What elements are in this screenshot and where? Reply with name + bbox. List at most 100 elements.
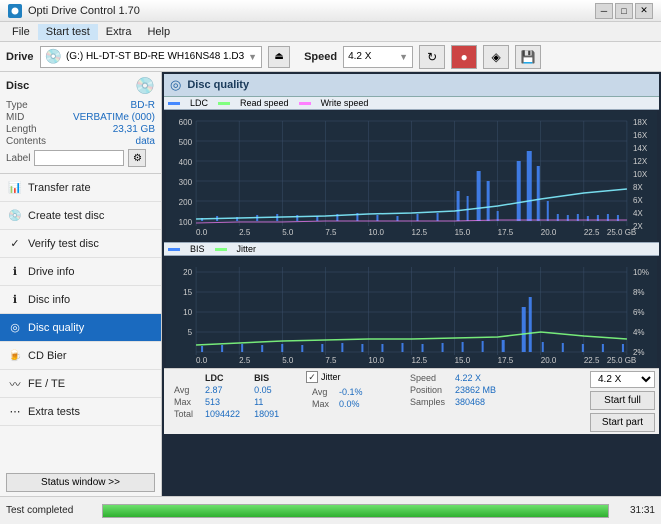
drive-select[interactable]: 💿 (G:) HL-DT-ST BD-RE WH16NS48 1.D3 ▼ [40,46,263,68]
bis-header: BIS [248,373,285,383]
contents-value: data [136,136,155,147]
label-input[interactable] [34,150,124,166]
svg-text:6X: 6X [633,196,643,205]
nav-fe-te[interactable]: 〰 FE / TE [0,370,161,398]
svg-text:25.0 GB: 25.0 GB [607,228,636,237]
disc-icon: 💿 [135,76,155,96]
svg-text:0.0: 0.0 [196,228,208,237]
start-part-btn[interactable]: Start part [590,413,655,432]
svg-text:22.5: 22.5 [584,356,600,365]
svg-text:8%: 8% [633,288,645,297]
disc-quality-icon: ◎ [8,321,22,335]
svg-text:17.5: 17.5 [498,356,514,365]
svg-text:6%: 6% [633,308,645,317]
nav-label-drive-info: Drive info [28,266,74,278]
fe-te-icon: 〰 [8,377,22,391]
svg-text:10: 10 [183,308,192,317]
svg-text:2.5: 2.5 [239,356,251,365]
nav-label-cd-bier: CD Bier [28,350,67,362]
speed-dropdown[interactable]: 4.2 X 2.0 X 8.0 X [590,371,655,388]
type-label: Type [6,100,28,111]
jitter-checkbox[interactable]: ✓ [306,371,318,383]
svg-text:12.5: 12.5 [412,228,428,237]
sidebar: Disc 💿 Type BD-R MID VERBATIMe (000) Len… [0,72,162,496]
status-window-btn[interactable]: Status window >> [6,473,155,492]
jitter-max-label: Max [308,399,333,409]
disc-title: Disc [6,80,29,92]
upper-legend: LDC Read speed Write speed [164,97,659,110]
stats-area: LDC BIS Avg 2.87 0.05 Max 513 11 Total [164,368,659,434]
samples-value: 380468 [451,397,500,407]
total-bis: 18091 [248,409,285,419]
svg-text:10.0: 10.0 [368,356,384,365]
svg-text:10.0: 10.0 [368,228,384,237]
drive-bar: Drive 💿 (G:) HL-DT-ST BD-RE WH16NS48 1.D… [0,42,661,72]
label-btn[interactable]: ⚙ [128,149,146,167]
toolbar-btn1[interactable]: ● [451,45,477,69]
speed-label-stat: Speed [406,373,449,383]
svg-text:200: 200 [179,198,193,207]
nav-verify-test-disc[interactable]: ✓ Verify test disc [0,230,161,258]
svg-text:5.0: 5.0 [282,356,294,365]
svg-text:300: 300 [179,178,193,187]
write-speed-legend-color [299,102,311,105]
speed-value: 4.2 X [348,51,371,62]
speed-dropdown-arrow: ▼ [399,52,408,62]
maximize-btn[interactable]: □ [615,3,633,19]
menu-extra[interactable]: Extra [98,24,140,40]
nav-create-test-disc[interactable]: 💿 Create test disc [0,202,161,230]
nav-label-transfer-rate: Transfer rate [28,182,91,194]
nav-label-verify-test-disc: Verify test disc [28,238,99,250]
extra-tests-icon: ⋯ [8,405,22,419]
nav-disc-quality[interactable]: ◎ Disc quality [0,314,161,342]
length-value: 23,31 GB [113,124,155,135]
menu-help[interactable]: Help [139,24,178,40]
svg-text:20.0: 20.0 [541,228,557,237]
svg-text:14X: 14X [633,144,648,153]
status-text: Test completed [6,505,96,516]
jitter-legend-label: Jitter [237,244,257,254]
contents-label: Contents [6,136,46,147]
avg-ldc: 2.87 [199,385,246,395]
svg-text:4X: 4X [633,209,643,218]
svg-text:5.0: 5.0 [282,228,294,237]
nav-label-disc-quality: Disc quality [28,322,84,334]
svg-text:7.5: 7.5 [325,356,337,365]
start-full-btn[interactable]: Start full [590,391,655,410]
avg-bis: 0.05 [248,385,285,395]
refresh-btn[interactable]: ↻ [419,45,445,69]
toolbar-btn2[interactable]: ◈ [483,45,509,69]
drive-dropdown-arrow: ▼ [248,52,257,62]
nav-drive-info[interactable]: ℹ Drive info [0,258,161,286]
app-title: Opti Drive Control 1.70 [28,5,140,17]
drive-value: (G:) HL-DT-ST BD-RE WH16NS48 1.D3 [66,51,244,62]
progress-bar-fill [103,505,608,517]
eject-btn[interactable]: ⏏ [268,46,290,68]
bis-legend-label: BIS [190,244,205,254]
label-label: Label [6,153,30,164]
length-label: Length [6,124,37,135]
menu-bar: File Start test Extra Help [0,22,661,42]
close-btn[interactable]: ✕ [635,3,653,19]
upper-chart-container: 600 500 400 300 200 100 18X 16X 14X 12X … [166,111,657,241]
ldc-header: LDC [199,373,246,383]
nav-transfer-rate[interactable]: 📊 Transfer rate [0,174,161,202]
speed-select[interactable]: 4.2 X ▼ [343,46,413,68]
menu-file[interactable]: File [4,24,38,40]
jitter-legend-color [215,248,227,251]
total-ldc: 1094422 [199,409,246,419]
jitter-max: 0.0% [335,399,367,409]
nav-disc-info[interactable]: ℹ Disc info [0,286,161,314]
jitter-avg: -0.1% [335,387,367,397]
disc-panel: Disc 💿 Type BD-R MID VERBATIMe (000) Len… [0,72,161,174]
toolbar-btn3[interactable]: 💾 [515,45,541,69]
jitter-label: Jitter [321,372,341,382]
nav-cd-bier[interactable]: 🍺 CD Bier [0,342,161,370]
position-label: Position [406,385,449,395]
menu-start-test[interactable]: Start test [38,24,98,40]
status-bar: Test completed 31:31 [0,496,661,524]
minimize-btn[interactable]: ─ [595,3,613,19]
app-icon [8,4,22,18]
nav-extra-tests[interactable]: ⋯ Extra tests [0,398,161,426]
svg-text:15.0: 15.0 [455,356,471,365]
